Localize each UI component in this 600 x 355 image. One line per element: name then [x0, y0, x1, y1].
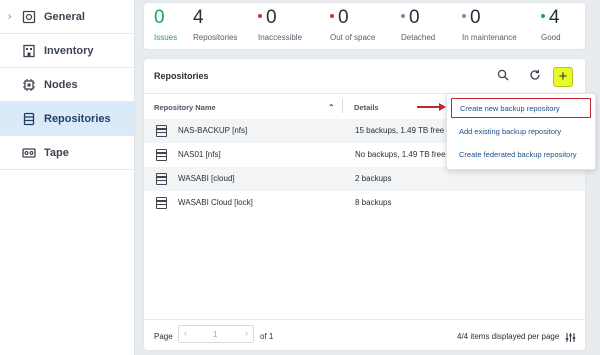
stat-good[interactable]: 4 Good	[541, 7, 561, 42]
stat-inaccessible[interactable]: 0 Inaccessible	[258, 7, 302, 42]
stat-value: 0	[154, 7, 165, 28]
stat-out-of-space[interactable]: 0 Out of space	[330, 7, 375, 42]
stat-label: In maintenance	[462, 33, 517, 42]
stat-label: Issues	[154, 33, 178, 42]
status-dot-icon	[330, 13, 334, 18]
repository-icon	[156, 173, 167, 185]
sidebar-item-inventory[interactable]: Inventory	[0, 34, 134, 68]
previous-page-button[interactable]: ‹	[184, 328, 187, 338]
stat-detached[interactable]: 0 Detached	[401, 7, 435, 42]
page-number-input[interactable]: 1	[213, 330, 217, 339]
column-settings-icon[interactable]	[565, 330, 576, 348]
table-row[interactable]: WASABI [cloud] 2 backups	[144, 167, 585, 191]
stat-label: Repositories	[193, 33, 238, 42]
sidebar-item-nodes[interactable]: Nodes	[0, 68, 134, 102]
status-dot-icon	[541, 13, 545, 18]
page-count: of 1	[260, 332, 274, 341]
sidebar-item-general[interactable]: General	[0, 0, 134, 34]
sidebar-item-label: Nodes	[44, 78, 78, 91]
menu-item-add-existing-backup-repository[interactable]: Add existing backup repository	[451, 121, 591, 141]
items-per-page-info: 4/4 items displayed per page	[457, 332, 560, 341]
status-dot-icon	[258, 13, 262, 18]
annotation-arrowhead	[439, 103, 446, 111]
add-repository-button[interactable]: +	[553, 67, 573, 87]
repository-name: WASABI [cloud]	[178, 174, 235, 183]
sort-ascending-icon[interactable]: ⌃	[328, 103, 335, 112]
menu-item-create-federated-backup-repository[interactable]: Create federated backup repository	[451, 144, 591, 164]
repository-icon	[156, 197, 167, 209]
column-header-repository-name[interactable]: Repository Name	[154, 103, 216, 112]
stat-value: 0	[470, 7, 481, 28]
sidebar-item-label: General	[44, 10, 85, 23]
repository-icon	[156, 125, 167, 137]
repository-icon	[156, 149, 167, 161]
pagination-control: ‹ 1 ›	[178, 325, 254, 343]
stat-in-maintenance[interactable]: 0 In maintenance	[462, 7, 517, 42]
stat-repositories[interactable]: 4 Repositories	[193, 7, 237, 42]
sidebar-item-label: Tape	[44, 146, 69, 159]
repository-details: No backups, 1.49 TB free	[355, 150, 446, 159]
status-dot-icon	[401, 13, 405, 18]
page-label: Page	[154, 332, 173, 341]
add-repository-menu: Create new backup repository Add existin…	[446, 93, 596, 170]
repository-details: 15 backups, 1.49 TB free	[355, 126, 445, 135]
building-icon	[22, 44, 36, 58]
stat-label: Detached	[401, 33, 436, 42]
stat-label: Good	[541, 33, 561, 42]
sidebar-item-repositories[interactable]: Repositories	[0, 102, 134, 136]
column-header-details[interactable]: Details	[354, 103, 379, 112]
status-dot-icon	[462, 13, 466, 18]
divider	[144, 319, 585, 320]
stat-issues[interactable]: 0 Issues	[154, 7, 177, 42]
repository-details: 8 backups	[355, 198, 392, 207]
chip-icon	[22, 78, 36, 92]
database-icon	[22, 112, 36, 126]
dashboard-icon	[22, 10, 36, 24]
annotation-arrow	[417, 106, 441, 108]
menu-item-create-new-backup-repository[interactable]: Create new backup repository	[451, 98, 591, 118]
repository-name: NAS-BACKUP [nfs]	[178, 126, 248, 135]
sidebar-item-tape[interactable]: Tape	[0, 136, 134, 170]
tape-icon	[22, 146, 36, 160]
sidebar-item-label: Inventory	[44, 44, 94, 57]
panel-title: Repositories	[154, 71, 209, 81]
stat-value: 4	[193, 7, 204, 28]
stat-label: Inaccessible	[258, 33, 303, 42]
stat-value: 0	[338, 7, 349, 28]
search-button[interactable]	[493, 67, 513, 87]
sidebar: › General Inventory Nodes Repositories T…	[0, 0, 135, 355]
next-page-button[interactable]: ›	[245, 328, 248, 338]
repository-name: WASABI Cloud [lock]	[178, 198, 253, 207]
refresh-button[interactable]	[525, 67, 545, 87]
stat-value: 4	[549, 7, 560, 28]
status-summary-bar: 0 Issues 4 Repositories 0 Inaccessible 0…	[143, 2, 586, 50]
refresh-icon	[529, 68, 541, 86]
search-icon	[497, 68, 509, 86]
column-separator	[342, 99, 343, 113]
sidebar-item-label: Repositories	[44, 112, 111, 125]
repository-details: 2 backups	[355, 174, 392, 183]
stat-value: 0	[409, 7, 420, 28]
stat-label: Out of space	[330, 33, 376, 42]
table-row[interactable]: WASABI Cloud [lock] 8 backups	[144, 191, 585, 215]
stat-value: 0	[266, 7, 277, 28]
repository-name: NAS01 [nfs]	[178, 150, 221, 159]
